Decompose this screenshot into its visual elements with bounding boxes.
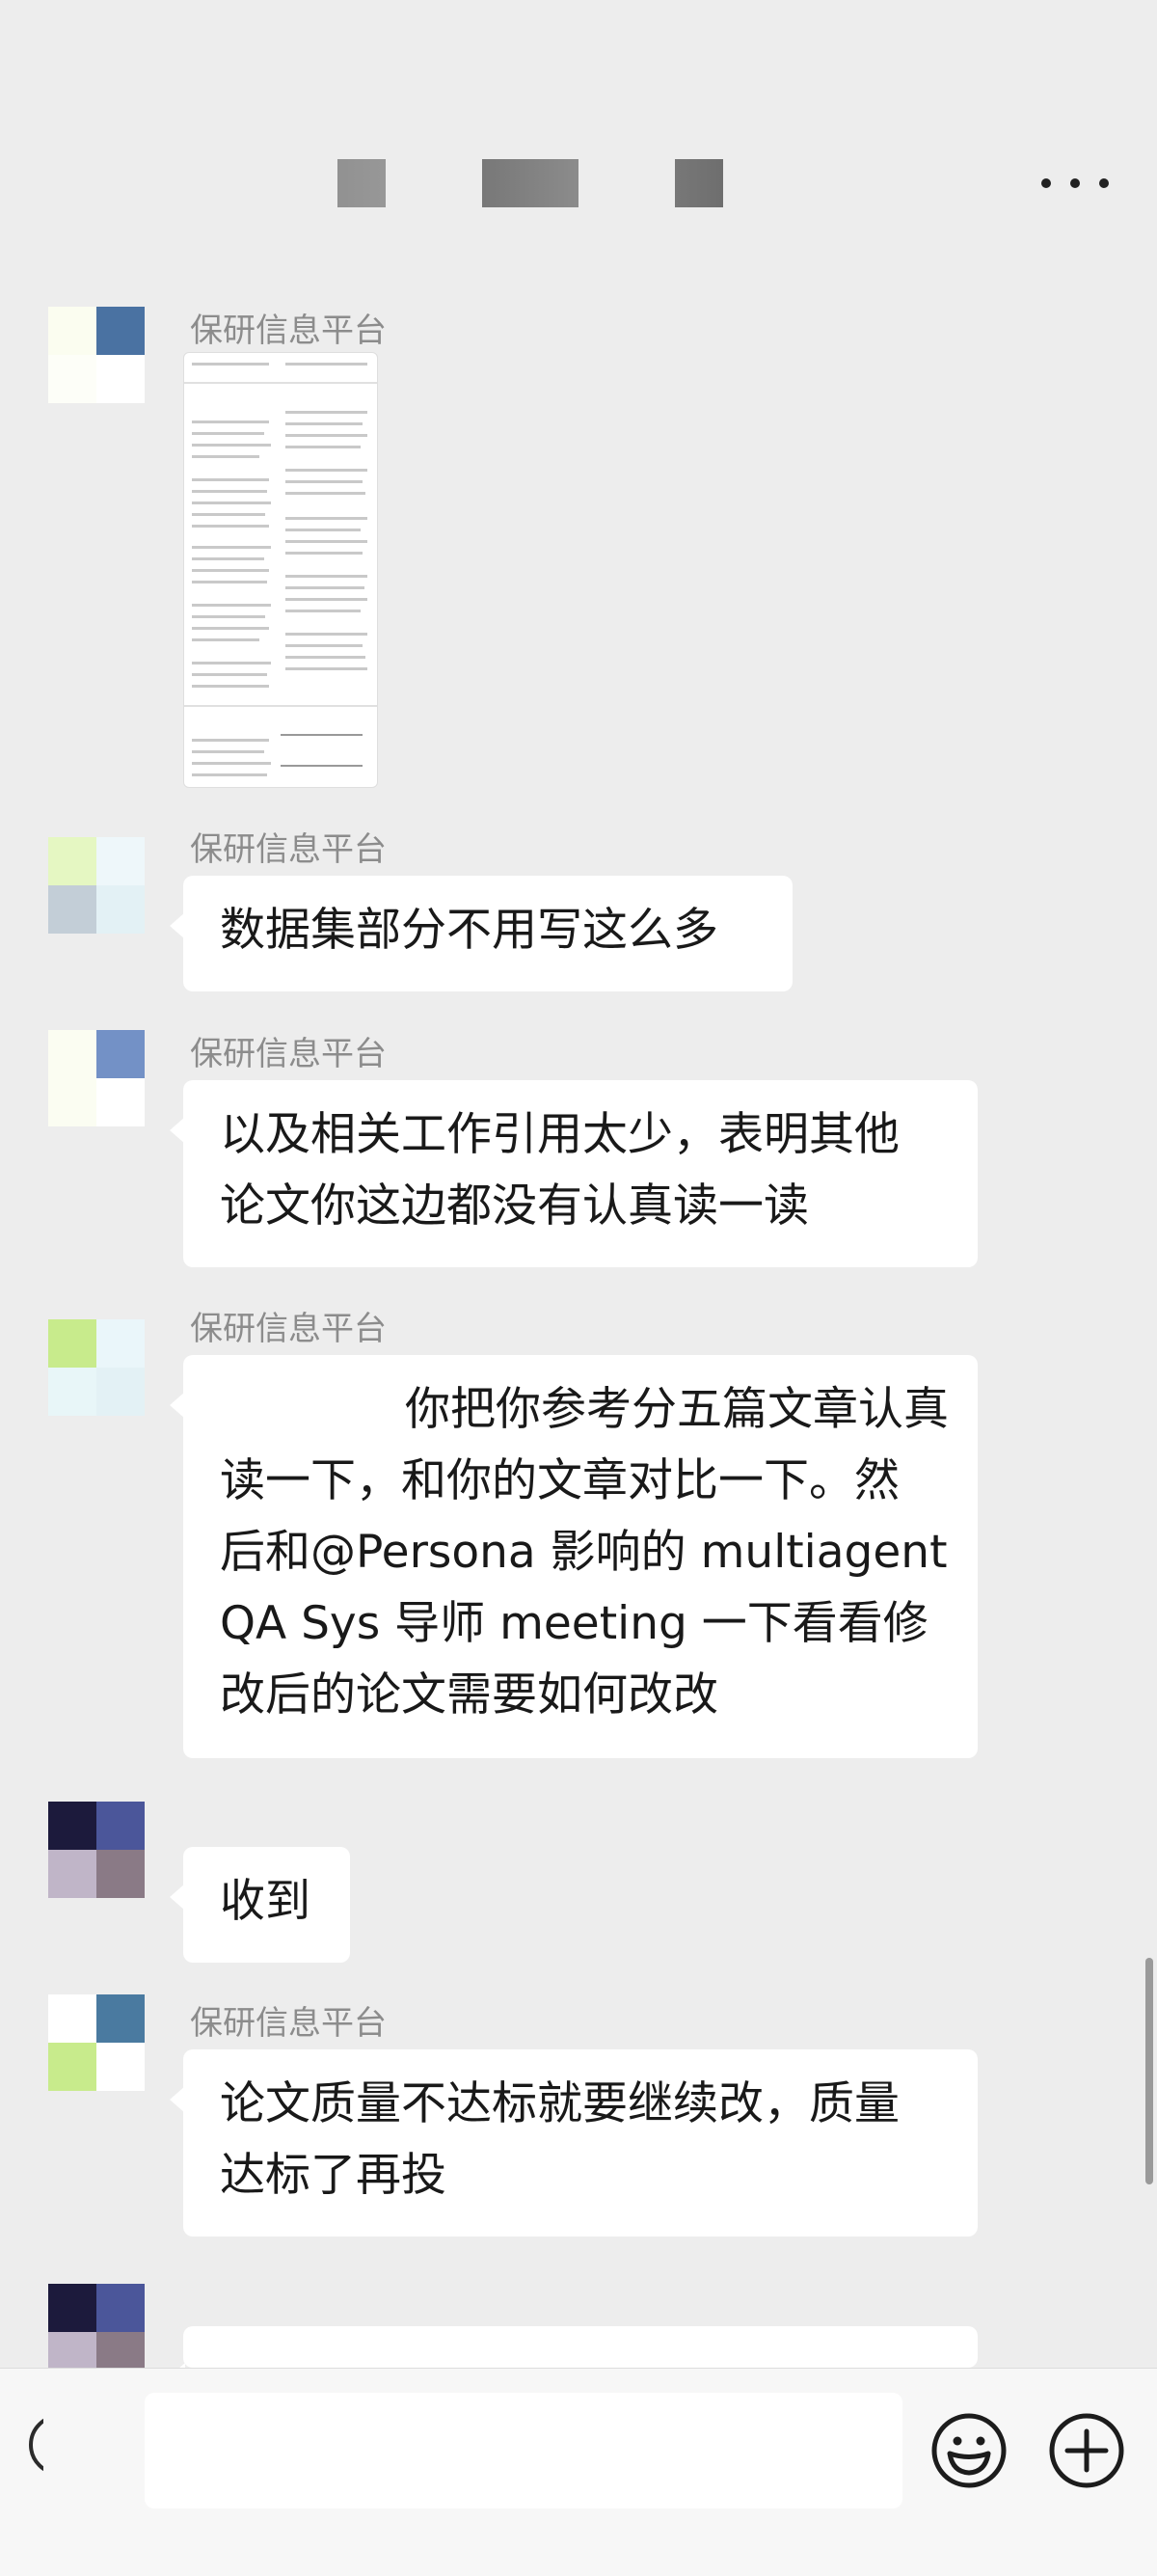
message-bubble[interactable]: 你把你参考分五篇文章认真 读一下，和你的文章对比一下。然 后和@Persona … [170,1355,978,1758]
more-horizontal-icon[interactable] [1041,164,1109,203]
scrollbar[interactable] [1145,1958,1153,2184]
sender-name: 保研信息平台 [190,830,387,869]
message-bubble[interactable] [170,2326,978,2390]
message-input[interactable] [145,2393,902,2508]
message-bubble[interactable]: 数据集部分不用写这么多 [170,876,793,991]
sender-name: 保研信息平台 [190,1310,387,1348]
avatar[interactable] [48,1030,145,1126]
avatar[interactable] [48,307,145,403]
avatar[interactable] [48,1994,145,2091]
redacted-block [337,159,386,207]
avatar[interactable] [48,837,145,934]
avatar[interactable] [48,2284,145,2380]
plus-icon[interactable] [1048,2412,1125,2489]
sender-name: 保研信息平台 [190,2004,387,2043]
redacted-block [482,159,578,207]
message-bubble[interactable]: 论文质量不达标就要继续改，质量 达标了再投 [170,2049,978,2237]
message-bubble[interactable]: 以及相关工作引用太少，表明其他 论文你这边都没有认真读一读 [170,1080,978,1267]
chat-header [0,0,1157,251]
file-thumbnail[interactable] [183,352,378,788]
message-bubble[interactable]: 收到 [170,1847,350,1963]
avatar[interactable] [48,1802,145,1898]
sender-name: 保研信息平台 [190,312,387,350]
sender-name: 保研信息平台 [190,1035,387,1073]
emoji-icon[interactable] [930,2412,1008,2489]
input-bar [0,2368,1157,2576]
redacted-block [675,159,723,207]
avatar[interactable] [48,1319,145,1416]
